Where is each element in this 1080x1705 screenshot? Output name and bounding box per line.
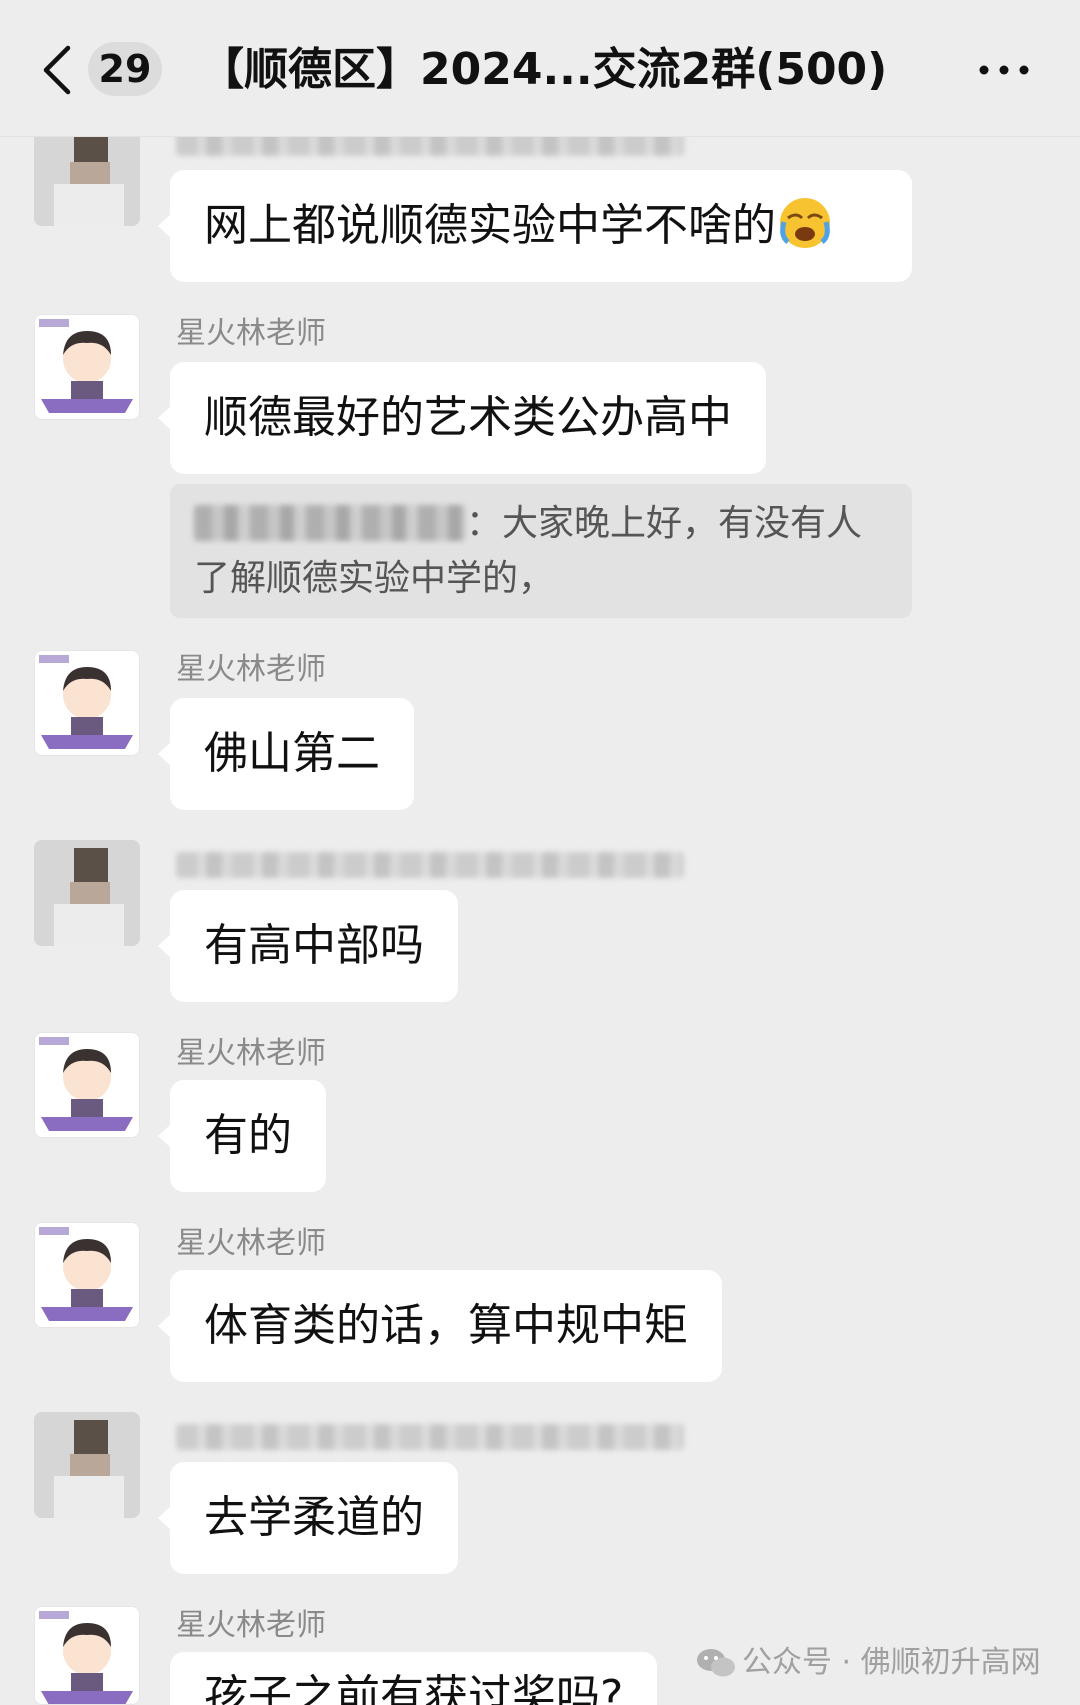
wechat-icon	[696, 1646, 736, 1694]
avatar[interactable]	[34, 126, 140, 226]
message-bubble[interactable]: 有高中部吗	[158, 890, 458, 1002]
sender-name: 星火林老师	[176, 1036, 326, 1071]
teacher-avatar[interactable]	[34, 1222, 140, 1328]
message-text: 去学柔道的	[204, 1492, 424, 1543]
message-text: 有的	[204, 1110, 292, 1161]
message-bubble[interactable]: 有的	[158, 1080, 326, 1192]
message-bubble[interactable]: 体育类的话，算中规中矩	[158, 1270, 722, 1382]
watermark-text: 公众号 · 佛顺初升高网	[742, 1645, 1041, 1680]
unread-count-badge[interactable]: 29	[88, 42, 162, 96]
sender-name: 星火林老师	[176, 1226, 326, 1261]
quoted-message[interactable]: ：大家晚上好，有没有人 了解顺德实验中学的，	[170, 484, 912, 618]
quoted-text-line2: 了解顺德实验中学的，	[194, 558, 555, 599]
crying-face-icon	[778, 180, 832, 292]
sender-name: 星火林老师	[176, 1608, 326, 1643]
message-bubble[interactable]: 佛山第二	[158, 698, 414, 810]
teacher-avatar[interactable]	[34, 1032, 140, 1138]
watermark: 公众号 · 佛顺初升高网	[696, 1640, 1041, 1686]
message-bubble[interactable]: 网上都说顺德实验中学不啥的	[158, 170, 912, 282]
message-bubble[interactable]: 顺德最好的艺术类公办高中	[158, 362, 766, 474]
teacher-avatar[interactable]	[34, 650, 140, 756]
sender-name-redacted	[176, 1424, 684, 1450]
avatar[interactable]	[34, 840, 140, 946]
more-options-icon[interactable]	[976, 52, 1032, 88]
message-text: 体育类的话，算中规中矩	[204, 1300, 688, 1351]
teacher-avatar[interactable]	[34, 314, 140, 420]
message-text: 顺德最好的艺术类公办高中	[204, 392, 732, 443]
chat-title: 【顺德区】2024...交流2群(500)	[200, 44, 888, 95]
message-text: 孩子之前有获过奖吗?	[204, 1671, 624, 1705]
sender-name: 星火林老师	[176, 316, 326, 351]
message-text: 佛山第二	[204, 728, 380, 779]
quoted-sender-redacted	[194, 505, 466, 541]
message-text: 网上都说顺德实验中学不啥的	[204, 200, 776, 251]
message-bubble[interactable]: 孩子之前有获过奖吗?	[170, 1652, 658, 1705]
message-text: 有高中部吗	[204, 920, 424, 971]
sender-name-redacted	[176, 852, 684, 878]
chat-header: 29 【顺德区】2024...交流2群(500)	[0, 0, 1080, 137]
quoted-text: ：大家晚上好，有没有人	[466, 503, 863, 544]
teacher-avatar[interactable]	[34, 1606, 140, 1705]
message-bubble[interactable]: 去学柔道的	[158, 1462, 458, 1574]
back-icon[interactable]	[38, 44, 78, 96]
sender-name: 星火林老师	[176, 652, 326, 687]
avatar[interactable]	[34, 1412, 140, 1518]
